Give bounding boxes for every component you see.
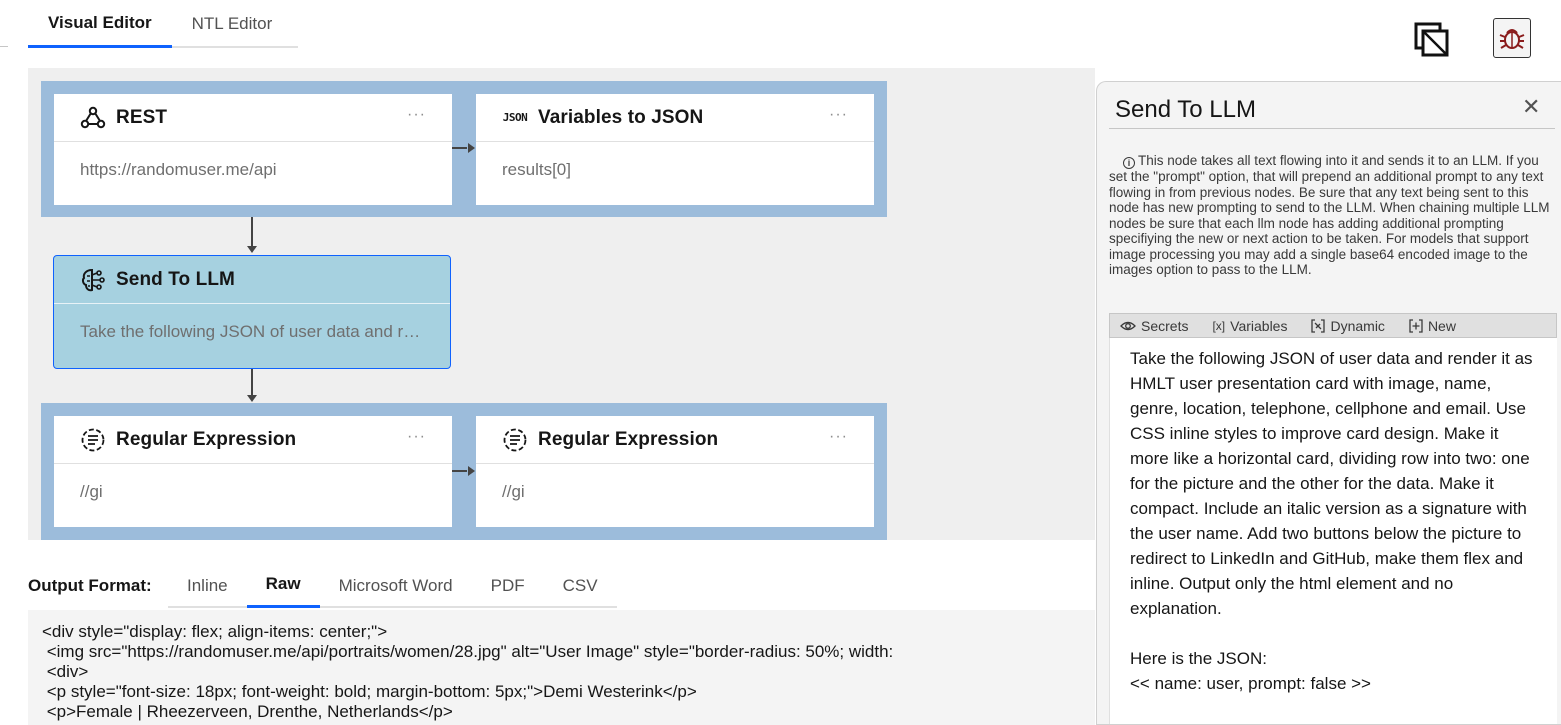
code-line: <p style="font-size: 18px; font-weight: …	[42, 682, 697, 701]
output-format-tabs: Inline Raw Microsoft Word PDF CSV	[168, 563, 617, 608]
connector-arrow	[247, 246, 257, 253]
panel-title: Send To LLM	[1115, 96, 1256, 123]
tab-raw[interactable]: Raw	[246, 563, 320, 608]
dynamic-button[interactable]: Dynamic	[1311, 318, 1385, 334]
node-summary: results[0]	[502, 160, 571, 179]
variables-button[interactable]: [x] Variables	[1212, 318, 1287, 334]
node-properties-panel: Send To LLM ✕ i This node takes all text …	[1096, 81, 1561, 725]
connector-arrow	[247, 395, 257, 402]
webhook-icon	[80, 105, 106, 131]
node-header: Regular Expression ···	[54, 416, 452, 464]
ai-brain-icon	[80, 267, 106, 293]
node-menu-button[interactable]: ···	[407, 428, 426, 446]
node-title: Variables to JSON	[538, 106, 704, 128]
node-header: REST ···	[54, 94, 452, 142]
node-title: Send To LLM	[116, 268, 235, 290]
tab-pdf[interactable]: PDF	[472, 563, 544, 608]
connector-arrow	[468, 143, 475, 153]
connector	[452, 470, 467, 472]
node-header: Regular Expression ···	[476, 416, 874, 464]
tab-visual-editor[interactable]: Visual Editor	[28, 0, 172, 48]
node-summary: Take the following JSON of user data and…	[80, 322, 450, 341]
copy-workflow-icon[interactable]	[1414, 20, 1450, 58]
node-summary: //gi	[80, 482, 103, 501]
json-icon: JSON	[502, 111, 528, 124]
node-menu-button[interactable]: ···	[829, 428, 848, 446]
node-title: Regular Expression	[538, 428, 719, 450]
code-line: <div style="display: flex; align-items: …	[42, 622, 388, 641]
description-text: This node takes all text flowing into it…	[1109, 153, 1550, 277]
connector	[251, 369, 253, 395]
tab-microsoft-word[interactable]: Microsoft Word	[320, 563, 472, 608]
divider	[1109, 128, 1555, 129]
node-summary: //gi	[502, 482, 525, 501]
node-title: REST	[116, 106, 168, 128]
add-box-icon	[1409, 318, 1423, 333]
connector-arrow	[468, 466, 475, 476]
new-button[interactable]: New	[1409, 318, 1456, 334]
regex-icon	[80, 427, 106, 453]
node-send-to-llm[interactable]: Send To LLM Take the following JSON of u…	[53, 255, 451, 369]
editor-tabs: Visual Editor NTL Editor	[28, 0, 298, 48]
code-line: <div>	[42, 662, 89, 681]
code-line: <p>Female | Rheezerveen, Drenthe, Nether…	[42, 702, 453, 721]
node-header: Send To LLM	[54, 256, 450, 304]
node-menu-button[interactable]: ···	[829, 106, 848, 124]
prompt-toolbar: Secrets [x] Variables Dynamic New	[1109, 313, 1557, 338]
node-regular-expression-2[interactable]: Regular Expression ··· //gi	[476, 416, 874, 527]
regex-icon	[502, 427, 528, 453]
node-title: Regular Expression	[116, 428, 297, 450]
node-regular-expression-1[interactable]: Regular Expression ··· //gi	[54, 416, 452, 527]
close-icon[interactable]: ✕	[1522, 94, 1540, 120]
variable-icon: [x]	[1212, 318, 1226, 333]
dynamic-icon	[1311, 318, 1326, 333]
node-menu-button[interactable]: ···	[407, 106, 426, 124]
tab-csv[interactable]: CSV	[544, 563, 617, 608]
node-variables-to-json[interactable]: JSON Variables to JSON ··· results[0]	[476, 94, 874, 205]
divider	[0, 46, 8, 47]
output-format-label: Output Format:	[28, 576, 152, 595]
prompt-textarea[interactable]: Take the following JSON of user data and…	[1109, 338, 1557, 724]
eye-icon	[1120, 320, 1136, 332]
workflow-canvas[interactable]: REST ··· https://randomuser.me/api JSON …	[28, 68, 1095, 540]
connector	[452, 147, 467, 149]
secrets-button[interactable]: Secrets	[1120, 318, 1188, 334]
tab-ntl-editor[interactable]: NTL Editor	[172, 0, 293, 48]
code-line: <img src="https://randomuser.me/api/port…	[42, 642, 894, 661]
node-description: i This node takes all text flowing into i…	[1109, 153, 1557, 278]
debug-icon[interactable]	[1493, 18, 1531, 58]
info-icon: i	[1123, 157, 1135, 169]
connector	[251, 217, 253, 247]
node-header: JSON Variables to JSON ···	[476, 94, 874, 142]
node-rest[interactable]: REST ··· https://randomuser.me/api	[54, 94, 452, 205]
tab-inline[interactable]: Inline	[168, 563, 247, 608]
output-code[interactable]: <div style="display: flex; align-items: …	[28, 610, 1095, 725]
node-summary: https://randomuser.me/api	[80, 160, 277, 179]
